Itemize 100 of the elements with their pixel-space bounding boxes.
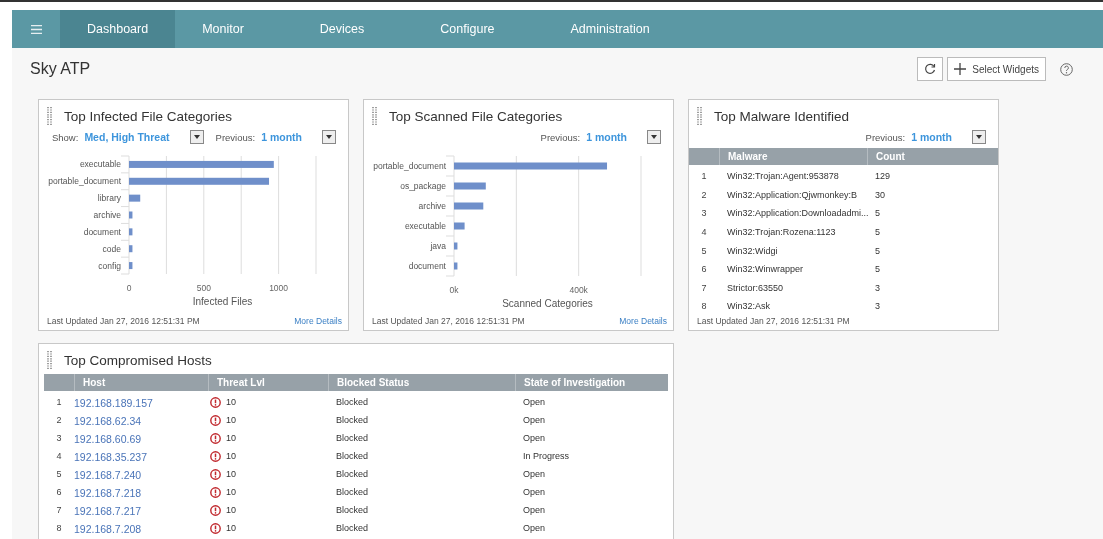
last-updated-text: Last Updated Jan 27, 2016 12:51:31 PM [47, 316, 200, 326]
table-cell-text: Win32:Ask [726, 301, 771, 312]
nav-tab[interactable]: Dashboard [60, 10, 176, 48]
category-label: archive [418, 201, 446, 211]
table-cell-text: Open [522, 523, 547, 533]
table-cell-text: Open [522, 415, 547, 425]
table-cell-text: 30 [874, 189, 886, 200]
dropdown-button[interactable] [647, 130, 661, 144]
table-cell-text: Blocked [335, 397, 370, 407]
select-widgets-button[interactable]: Select Widgets [947, 57, 1046, 81]
widget-title: Top Scanned File Categories [389, 108, 563, 124]
table-cell-text: Blocked [335, 505, 370, 515]
table-cell-text: Strictor:63550 [726, 282, 785, 293]
drag-handle-icon[interactable] [47, 107, 52, 125]
table-cell-text: Blocked [335, 487, 370, 497]
category-label: os_package [400, 181, 446, 191]
row-number: 3 [700, 208, 708, 219]
threat-level: 10 [226, 505, 236, 515]
row-number: 4 [700, 227, 708, 238]
table-cell-text: Blocked [335, 523, 370, 533]
filter-label: Previous: [865, 131, 906, 143]
host-link[interactable]: 192.168.62.34 [74, 415, 142, 427]
row-number: 3 [55, 433, 63, 443]
dropdown-button[interactable] [972, 130, 986, 144]
drag-handle-icon[interactable] [47, 351, 52, 369]
drag-handle-icon[interactable] [697, 107, 702, 125]
alert-icon [210, 522, 221, 534]
bar [454, 202, 484, 210]
row-number: 8 [55, 523, 63, 533]
bar [454, 242, 458, 250]
table-cell-text: 3 [874, 282, 881, 293]
threat-level: 10 [226, 433, 236, 443]
filter-label: Show: [51, 131, 79, 143]
last-updated-text: Last Updated Jan 27, 2016 12:51:31 PM [372, 316, 525, 326]
column-header: State of Investigation [515, 374, 668, 391]
bar [129, 194, 141, 202]
filter-value[interactable]: 1 month [911, 131, 952, 143]
more-details-link[interactable]: More Details [294, 316, 342, 326]
more-details-link[interactable]: More Details [619, 316, 667, 326]
threat-level: 10 [226, 397, 236, 407]
caret-icon [651, 135, 657, 139]
table-cell-text: 3 [874, 301, 881, 312]
host-link[interactable]: 192.168.7.208 [74, 523, 142, 535]
page-title: Sky ATP [30, 60, 92, 78]
host-link[interactable]: 192.168.35.237 [74, 451, 147, 463]
table-cell-text: 129 [874, 171, 892, 182]
category-label: portable_document [48, 176, 121, 187]
table-cell-text: 5 [874, 208, 881, 219]
bar [454, 182, 486, 190]
row-number: 1 [55, 397, 63, 407]
category-label: java [430, 241, 446, 251]
menu-icon [30, 24, 42, 34]
nav-tab[interactable]: Administration [543, 10, 677, 48]
threat-level: 10 [226, 415, 236, 425]
host-link[interactable]: 192.168.60.69 [74, 433, 142, 445]
host-link[interactable]: 192.168.7.218 [74, 487, 142, 499]
table-cell-text: Win32:Application:Qjwmonkey:B [726, 189, 859, 200]
alert-icon [210, 468, 221, 480]
table-cell-text: Blocked [335, 469, 370, 479]
table-cell-text: Blocked [335, 433, 370, 443]
caret-icon [976, 135, 982, 139]
threat-level: 10 [226, 451, 236, 461]
filter-value[interactable]: Med, High Threat [84, 131, 170, 143]
dropdown-button[interactable] [189, 130, 204, 144]
drag-handle-icon[interactable] [372, 107, 377, 125]
host-link[interactable]: 192.168.7.240 [74, 469, 142, 481]
row-number: 7 [700, 282, 708, 293]
filter-value[interactable]: 1 month [261, 131, 302, 143]
dropdown-button[interactable] [322, 130, 336, 144]
row-number: 5 [700, 245, 708, 256]
refresh-icon [924, 63, 937, 75]
help-icon[interactable] [1060, 62, 1073, 76]
filter-label: Previous: [540, 131, 581, 143]
bar [129, 245, 133, 253]
bar [129, 262, 133, 270]
filter-value[interactable]: 1 month [586, 131, 627, 143]
tick-label: 1000 [269, 283, 289, 293]
refresh-button[interactable] [917, 57, 944, 81]
nav-tab[interactable]: Configure [413, 10, 522, 48]
bar [129, 228, 133, 236]
host-link[interactable]: 192.168.189.157 [74, 397, 153, 409]
row-number: 5 [55, 469, 63, 479]
axis-title: Infected Files [192, 296, 253, 307]
nav-tab[interactable]: Monitor [175, 10, 271, 48]
table-cell-text: Open [522, 397, 547, 407]
row-number: 6 [55, 487, 63, 497]
host-link[interactable]: 192.168.7.217 [74, 505, 142, 517]
widget-title: Top Infected File Categories [64, 108, 233, 124]
column-header: Malware [719, 148, 867, 165]
nav-tab[interactable]: Devices [292, 10, 392, 48]
table-cell-text: In Progress [522, 451, 571, 461]
category-label: code [102, 243, 121, 254]
bar [454, 222, 465, 230]
column-header: Host [74, 374, 208, 391]
plus-icon [954, 63, 967, 75]
table-cell-text: Open [522, 505, 547, 515]
table-cell-text: Win32:Winwrapper [726, 264, 805, 275]
tick-label: 0 [126, 283, 132, 293]
category-label: document [83, 226, 121, 237]
widget-title: Top Compromised Hosts [64, 352, 212, 368]
